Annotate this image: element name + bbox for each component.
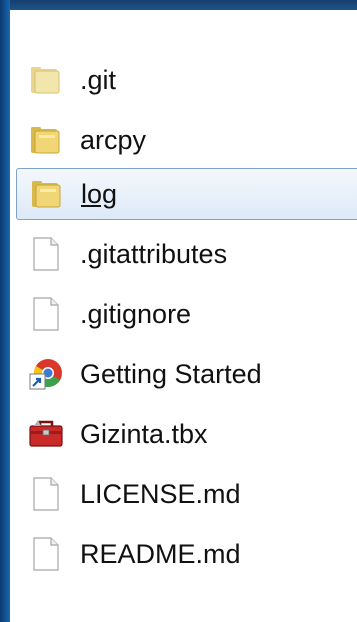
folder-icon [26,60,66,100]
list-item-gitattributes[interactable]: .gitattributes [16,228,357,280]
list-item-git[interactable]: .git [16,54,357,106]
window-top-edge [0,0,357,10]
chrome-shortcut-icon [26,354,66,394]
file-name: .git [80,64,117,95]
file-name: README.md [80,538,241,569]
file-name: .gitignore [80,298,192,329]
file-name: arcpy [80,124,147,155]
file-icon [26,474,66,514]
list-item-arcpy[interactable]: arcpy [16,114,357,166]
list-item-readme-md[interactable]: README.md [16,528,357,580]
file-icon [26,534,66,574]
window-left-edge [0,0,10,622]
file-list: .git arcpy log .gitattributes .gitignore… [10,10,357,622]
file-name: LICENSE.md [80,478,241,509]
file-name: Getting Started [80,358,262,389]
file-name: Gizinta.tbx [80,418,208,449]
file-icon [26,294,66,334]
list-item-getting-started[interactable]: Getting Started [16,348,357,400]
list-item-gitignore[interactable]: .gitignore [16,288,357,340]
toolbox-icon [26,414,66,454]
explorer-pane: .git arcpy log .gitattributes .gitignore… [0,0,357,622]
folder-icon [27,174,67,214]
file-name: log [81,178,118,209]
folder-icon [26,120,66,160]
list-item-license-md[interactable]: LICENSE.md [16,468,357,520]
file-name: .gitattributes [80,238,228,269]
list-item-gizinta-tbx[interactable]: Gizinta.tbx [16,408,357,460]
list-item-log[interactable]: log [16,168,357,220]
file-icon [26,234,66,274]
